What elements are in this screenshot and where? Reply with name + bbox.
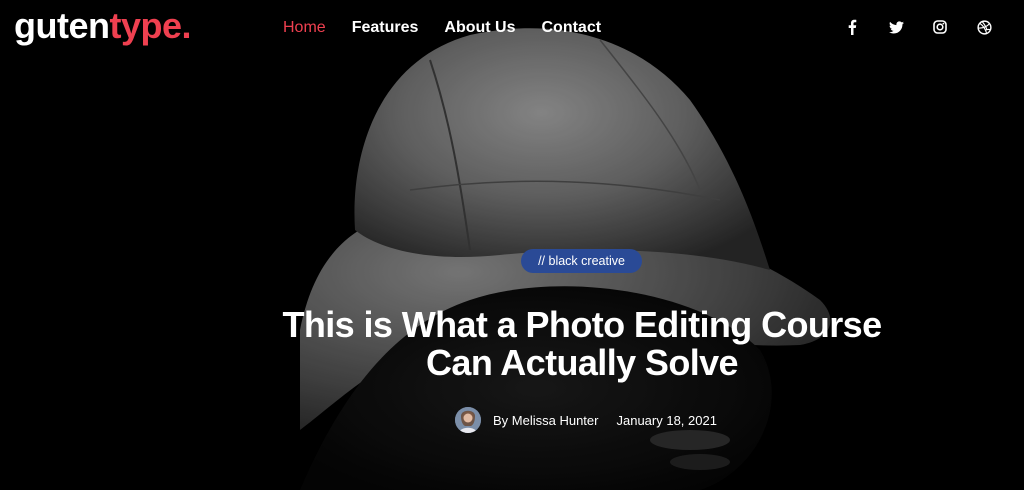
post-title-line-1: This is What a Photo Editing Course (282, 304, 882, 345)
main-navigation: Home Features About Us Contact (283, 18, 601, 38)
nav-item-features[interactable]: Features (352, 18, 419, 38)
facebook-icon[interactable] (843, 18, 861, 36)
post-date: January 18, 2021 (616, 412, 717, 428)
author-name[interactable]: By Melissa Hunter (493, 413, 598, 428)
logo-text-accent: type. (109, 5, 192, 46)
social-links (843, 18, 993, 36)
site-header: gutentype. Home Features About Us Contac… (0, 0, 1024, 60)
post-title[interactable]: This is What a Photo Editing Course Can … (250, 306, 914, 382)
post-meta: By Melissa Hunter January 18, 2021 (455, 407, 717, 433)
dribbble-icon[interactable] (975, 18, 993, 36)
nav-item-about-us[interactable]: About Us (444, 18, 515, 38)
twitter-icon[interactable] (887, 18, 905, 36)
category-badge[interactable]: // black creative (521, 249, 642, 273)
site-logo[interactable]: gutentype. (14, 5, 192, 46)
nav-item-home[interactable]: Home (283, 18, 326, 38)
instagram-icon[interactable] (931, 18, 949, 36)
nav-item-contact[interactable]: Contact (542, 18, 602, 38)
logo-text-primary: guten (14, 5, 110, 46)
post-title-line-2: Can Actually Solve (426, 342, 739, 383)
author-avatar[interactable] (455, 407, 481, 433)
